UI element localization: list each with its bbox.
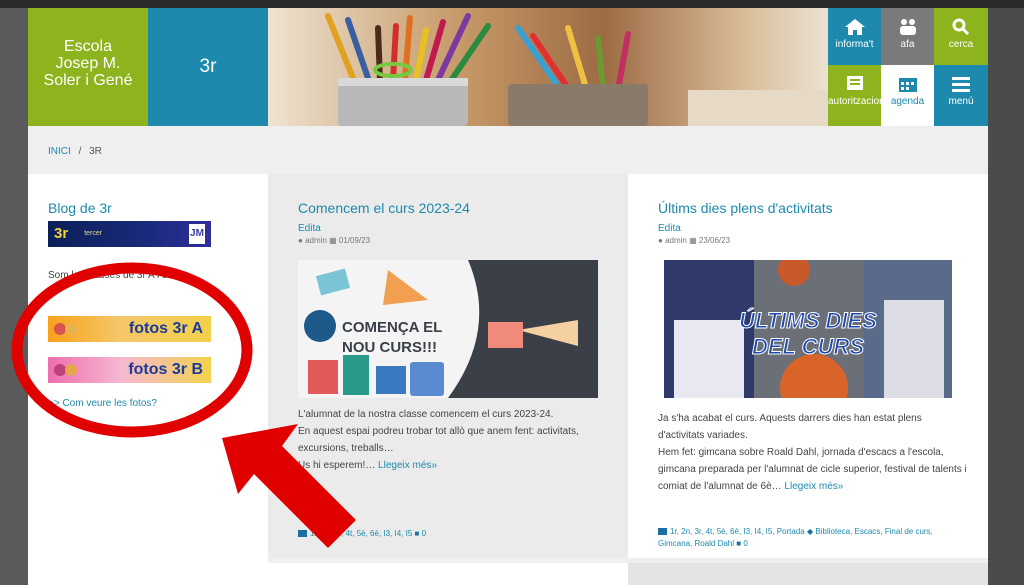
sidebar-title: Blog de 3r [48, 200, 112, 216]
post-date: 01/09/23 [338, 236, 371, 245]
comment-icon: ■ [736, 539, 742, 548]
breadcrumb-current: 3R [89, 146, 102, 157]
class-title[interactable]: 3r [148, 8, 268, 126]
post-excerpt-line: L'alumnat de la nostra classe comencem e… [298, 409, 554, 420]
calendar-icon: ▦ [329, 236, 337, 245]
banner-text: 3r [54, 225, 69, 242]
post-excerpt-line: En aquest espai podreu trobar tot allò q… [298, 426, 579, 454]
post-excerpt: Ja s'ha acabat el curs. Aquests darrers … [658, 410, 968, 495]
banner-small-text: tercer [84, 230, 103, 238]
nav-label: afa [900, 39, 915, 50]
post-excerpt: L'alumnat de la nostra classe comencem e… [298, 406, 608, 474]
post-author[interactable]: admin [665, 236, 687, 245]
read-more-link[interactable]: Llegeix més» [378, 460, 437, 471]
nav-label: menú [948, 96, 974, 107]
nav-menu-button[interactable]: menú [934, 65, 988, 126]
outer-background [988, 8, 1024, 585]
post-image[interactable]: COMENÇA EL NOU CURS!!! [298, 260, 598, 398]
user-icon: ● [658, 236, 663, 245]
nav-label: cerca [948, 39, 974, 50]
tag-icon: ◆ [807, 527, 814, 536]
school-logo-icon: JM [189, 224, 205, 244]
nav-label: informa't [835, 39, 874, 50]
comment-count[interactable]: 0 [743, 539, 747, 548]
home-icon [844, 19, 865, 35]
nav-informat-button[interactable]: informa't [828, 8, 881, 65]
next-post-card [628, 563, 988, 585]
search-icon [952, 18, 970, 36]
calendar-icon [898, 78, 917, 92]
post-meta: ● admin ▦ 01/09/23 [298, 236, 370, 245]
sidebar-intro: Som les classes de 3r A i 3r B. [48, 270, 184, 281]
comment-icon: ■ [414, 529, 420, 538]
breadcrumb: INICI / 3R [48, 146, 102, 157]
next-post-card [268, 563, 628, 585]
calendar-icon: ▦ [689, 236, 697, 245]
breadcrumb-home-link[interactable]: INICI [48, 146, 71, 157]
photos-3ra-button[interactable]: fotos 3r A [48, 316, 211, 342]
post-categories[interactable]: 1r, 2n, 3r, 4t, 5è, 6è, I3, I4, I5, Port… [670, 527, 805, 536]
post-excerpt-line: Us hi esperem!… [298, 460, 379, 471]
post-tags: 1r, 2n, 3r, 4t, 5è, 6è, I3, I4, I5, Port… [658, 526, 968, 550]
post-meta: ● admin ▦ 23/06/23 [658, 236, 730, 245]
nav-agenda-button[interactable]: agenda [881, 65, 934, 126]
folder-icon [658, 528, 667, 536]
class-banner-image: 3r tercer JM [48, 221, 211, 247]
how-to-see-photos-link[interactable]: >> Com veure les fotos? [48, 398, 157, 409]
nav-autoritzacions-button[interactable]: autoritzacions [828, 65, 881, 126]
people-icon [899, 19, 916, 35]
photos-3ra-label: fotos 3r A [128, 320, 203, 337]
post-edit-link[interactable]: Edita [298, 223, 321, 234]
nav-afa-button[interactable]: afa [881, 8, 934, 65]
form-icon [846, 76, 863, 90]
breadcrumb-separator: / [78, 146, 82, 157]
post-edit-link[interactable]: Edita [658, 223, 681, 234]
post-card: Comencem el curs 2023-24 Edita ● admin ▦… [268, 174, 628, 558]
post-tags: 1r, 2n, 3r, 4t, 5è, 6è, I3, I4, I5 ■ 0 [298, 528, 608, 540]
post-image-text-1: ÚLTIMS DIES [739, 308, 877, 333]
photos-3rb-button[interactable]: fotos 3r B [48, 357, 211, 383]
kids-icon [54, 323, 77, 335]
post-image-text-1: COMENÇA EL [342, 319, 442, 336]
nav-search-button[interactable]: cerca [934, 8, 988, 65]
post-image[interactable]: ÚLTIMS DIES DEL CURS [664, 260, 952, 398]
post-date: 23/06/23 [698, 236, 731, 245]
post-categories[interactable]: 1r, 2n, 3r, 4t, 5è, 6è, I3, I4, I5 [310, 529, 412, 538]
post-title[interactable]: Comencem el curs 2023-24 [298, 200, 470, 216]
comment-count[interactable]: 0 [422, 529, 426, 538]
post-card: Últims dies plens d'activitats Edita ● a… [628, 174, 988, 558]
browser-top-strip [0, 0, 1024, 8]
post-image-text-2: DEL CURS [752, 334, 864, 359]
school-name: Escola Josep M. Soler i Gené [43, 38, 133, 89]
post-image-text-2: NOU CURS!!! [342, 339, 437, 356]
page: Escola Josep M. Soler i Gené 3r informa'… [28, 8, 988, 585]
header-banner-image [268, 8, 828, 126]
school-name-logo[interactable]: Escola Josep M. Soler i Gené [28, 8, 148, 126]
read-more-link[interactable]: Llegeix més» [784, 481, 843, 492]
post-author[interactable]: admin [305, 236, 327, 245]
folder-icon [298, 530, 307, 538]
post-title[interactable]: Últims dies plens d'activitats [658, 200, 833, 216]
menu-icon [952, 77, 970, 92]
kids-icon [54, 364, 77, 376]
nav-label: autoritzacions [828, 96, 881, 107]
sidebar: Blog de 3r 3r tercer JM Som les classes d… [28, 174, 268, 585]
nav-label: agenda [890, 96, 925, 107]
user-icon: ● [298, 236, 303, 245]
photos-3rb-label: fotos 3r B [128, 361, 203, 378]
post-excerpt-line: Ja s'ha acabat el curs. Aquests darrers … [658, 413, 922, 441]
